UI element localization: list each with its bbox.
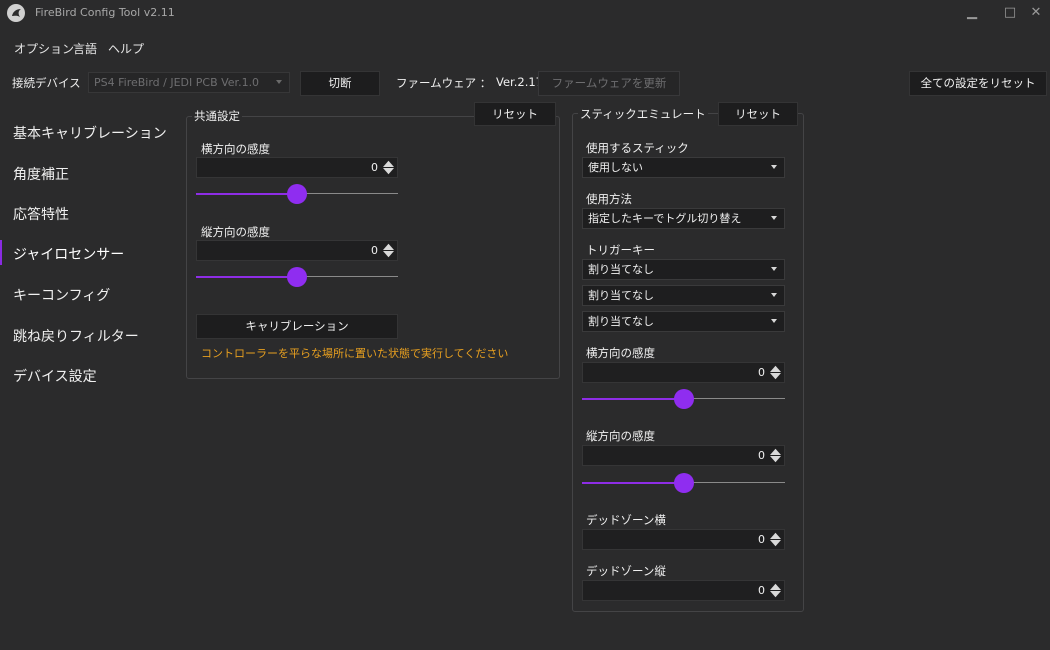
firmware-label: ファームウェア ： (396, 76, 492, 90)
chevron-down-icon (771, 319, 777, 323)
spin-down-icon[interactable] (770, 591, 781, 598)
common-settings-title: 共通設定 (192, 108, 242, 124)
spin-up-icon[interactable] (770, 583, 781, 590)
stick-h-sens-slider[interactable] (582, 389, 785, 409)
sidebar-item-rebound-filter[interactable]: 跳ね戻りフィルター (13, 326, 139, 346)
slider-fill (582, 482, 684, 484)
device-select[interactable]: PS4 FireBird / JEDI PCB Ver.1.0 (88, 72, 290, 93)
slider-fill (196, 276, 297, 278)
sidebar-item-response[interactable]: 応答特性 (13, 204, 69, 224)
trigger-key-select-2[interactable]: 割り当てなし (582, 285, 785, 306)
stick-h-sens-value: 0 (758, 366, 765, 379)
use-stick-select[interactable]: 使用しない (582, 157, 785, 178)
chevron-down-icon (771, 267, 777, 271)
trigger-key-select-1[interactable]: 割り当てなし (582, 259, 785, 280)
use-stick-label: 使用するスティック (586, 141, 689, 155)
slider-track (297, 276, 398, 277)
slider-handle[interactable] (674, 389, 694, 409)
firebird-logo-icon (7, 4, 25, 22)
chevron-down-icon (276, 80, 282, 84)
sidebar-item-device-settings[interactable]: デバイス設定 (13, 366, 97, 386)
slider-track (684, 482, 785, 483)
trigger-key-value: 割り当てなし (588, 289, 654, 302)
slider-fill (582, 398, 684, 400)
slider-fill (196, 193, 297, 195)
stick-h-sens-spinbox[interactable]: 0 (582, 362, 785, 383)
trigger-key-value: 割り当てなし (588, 315, 654, 328)
chevron-down-icon (771, 293, 777, 297)
minimize-icon[interactable]: ▁ (960, 2, 984, 24)
spin-down-icon[interactable] (770, 456, 781, 463)
common-h-sens-value: 0 (371, 161, 378, 174)
menu-help[interactable]: ヘルプ (108, 40, 144, 57)
trigger-key-value: 割り当てなし (588, 263, 654, 276)
stick-emulate-title: スティックエミュレート (578, 106, 708, 122)
common-h-sens-spinbox[interactable]: 0 (196, 157, 398, 178)
spin-up-icon[interactable] (770, 532, 781, 539)
trigger-key-label: トリガーキー (586, 243, 655, 257)
firmware-version: Ver.2.17 (496, 75, 543, 89)
common-v-sens-spinbox[interactable]: 0 (196, 240, 398, 261)
reset-all-button[interactable]: 全ての設定をリセット (909, 71, 1047, 96)
chevron-down-icon (771, 165, 777, 169)
deadzone-v-spinbox[interactable]: 0 (582, 580, 785, 601)
disconnect-button[interactable]: 切断 (300, 71, 380, 96)
slider-handle[interactable] (287, 267, 307, 287)
common-v-sens-label: 縦方向の感度 (201, 225, 270, 239)
deadzone-h-value: 0 (758, 533, 765, 546)
spin-down-icon[interactable] (383, 251, 394, 258)
spin-down-icon[interactable] (770, 373, 781, 380)
common-reset-button[interactable]: リセット (474, 102, 556, 126)
spin-up-icon[interactable] (770, 365, 781, 372)
deadzone-h-spinbox[interactable]: 0 (582, 529, 785, 550)
device-label: 接続デバイス (12, 76, 81, 90)
common-h-sens-slider[interactable] (196, 184, 398, 204)
deadzone-v-value: 0 (758, 584, 765, 597)
slider-track (684, 398, 785, 399)
chevron-down-icon (771, 216, 777, 220)
stick-v-sens-slider[interactable] (582, 473, 785, 493)
slider-track (297, 193, 398, 194)
stick-v-sens-value: 0 (758, 449, 765, 462)
method-label: 使用方法 (586, 192, 632, 206)
trigger-key-select-3[interactable]: 割り当てなし (582, 311, 785, 332)
close-icon[interactable]: ✕ (1024, 2, 1048, 24)
device-select-value: PS4 FireBird / JEDI PCB Ver.1.0 (94, 76, 260, 89)
spin-up-icon[interactable] (383, 160, 394, 167)
calibration-warning: コントローラーを平らな場所に置いた状態で実行してください (201, 347, 509, 360)
menu-options[interactable]: オプション (14, 40, 74, 57)
sidebar-item-basic-calibration[interactable]: 基本キャリブレーション (13, 123, 167, 143)
stick-h-sens-label: 横方向の感度 (586, 346, 655, 360)
stick-v-sens-label: 縦方向の感度 (586, 429, 655, 443)
sidebar-item-gyro-sensor[interactable]: ジャイロセンサー (13, 244, 124, 264)
spin-down-icon[interactable] (770, 540, 781, 547)
use-stick-value: 使用しない (588, 161, 643, 174)
deadzone-h-label: デッドゾーン横 (586, 513, 666, 527)
slider-handle[interactable] (287, 184, 307, 204)
update-firmware-button[interactable]: ファームウェアを更新 (538, 71, 680, 96)
slider-handle[interactable] (674, 473, 694, 493)
title-bar: FireBird Config Tool v2.11 ▁ □ ✕ (0, 0, 1050, 28)
window-title: FireBird Config Tool v2.11 (35, 6, 175, 19)
common-v-sens-slider[interactable] (196, 267, 398, 287)
menu-language[interactable]: 言語 (73, 40, 97, 57)
common-v-sens-value: 0 (371, 244, 378, 257)
common-h-sens-label: 横方向の感度 (201, 142, 270, 156)
sidebar-active-indicator (0, 240, 2, 265)
calibration-button[interactable]: キャリブレーション (196, 314, 398, 339)
method-value: 指定したキーでトグル切り替え (588, 212, 742, 225)
sidebar-item-angle-correction[interactable]: 角度補正 (13, 164, 69, 184)
stick-v-sens-spinbox[interactable]: 0 (582, 445, 785, 466)
sidebar-item-key-config[interactable]: キーコンフィグ (13, 285, 110, 305)
stick-reset-button[interactable]: リセット (718, 102, 798, 126)
spin-up-icon[interactable] (383, 243, 394, 250)
maximize-icon[interactable]: □ (998, 2, 1022, 24)
deadzone-v-label: デッドゾーン縦 (586, 564, 666, 578)
spin-down-icon[interactable] (383, 168, 394, 175)
method-select[interactable]: 指定したキーでトグル切り替え (582, 208, 785, 229)
spin-up-icon[interactable] (770, 448, 781, 455)
